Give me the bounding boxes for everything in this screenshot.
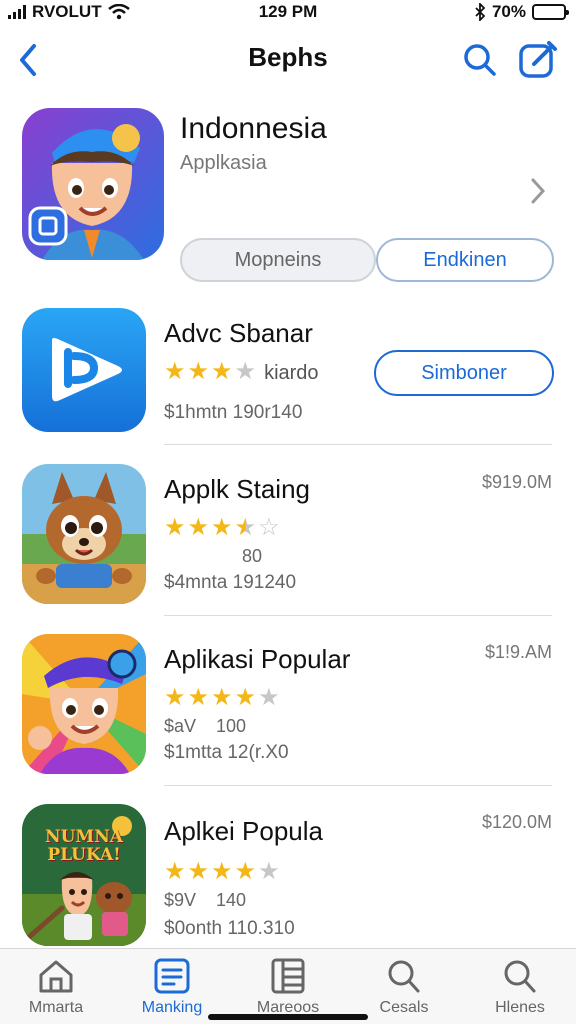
rating-count: 80 <box>242 546 263 566</box>
star-half-icon: ★ <box>234 514 257 541</box>
list-item[interactable]: Applk Staing $919.0M ★ ★ ★ ★ ☆ 80 $4mnta 191… <box>0 462 576 616</box>
segment-right[interactable]: Endkinen <box>376 238 554 282</box>
star-icon: ★ <box>187 514 210 541</box>
nav-bar: Bephs <box>0 34 576 84</box>
tab-label: Cesals <box>379 999 429 1016</box>
star-icon: ★ <box>211 514 233 541</box>
rating-stars: ★ ★ ★ ★ kiardo <box>164 360 319 386</box>
rating-stars: ★ ★ ★ ★ ★ <box>164 686 280 710</box>
tab-cesals[interactable]: Cesals <box>354 957 454 1023</box>
star-icon: ★ <box>211 858 233 885</box>
list-item[interactable]: Advc Sbanar ★ ★ ★ ★ kiardo $1hmtn 190r140 S… <box>0 306 576 446</box>
divider <box>164 785 552 786</box>
cartoon-boy-icon <box>22 108 164 260</box>
search-icon <box>388 960 420 993</box>
segment-left[interactable]: Mopneins <box>180 238 376 282</box>
app-title: Applk Staing <box>164 474 310 504</box>
star-icon: ★ <box>258 858 280 885</box>
status-right: 70% <box>474 2 569 22</box>
tab-mmarta[interactable]: Mmarta <box>6 957 106 1023</box>
app-meta: $1mtta 12(r.X0 <box>164 742 289 763</box>
app-title: Aplkei Popula <box>164 816 323 846</box>
divider <box>164 444 552 445</box>
battery-percent: 70% <box>491 2 526 21</box>
star-icon: ★ <box>164 514 186 541</box>
rating-stars: ★ ★ ★ ★ ☆ <box>164 516 280 540</box>
star-icon: ☆ <box>258 514 280 541</box>
star-icon: ★ <box>187 684 210 711</box>
home-indicator[interactable] <box>208 1014 368 1020</box>
featured-app[interactable]: Indonnesia Applkasia Mopneins Endkinen <box>0 106 576 296</box>
rating-count: $aV 100 <box>164 716 247 736</box>
grid-icon <box>271 958 305 994</box>
divider <box>164 615 552 616</box>
star-icon: ★ <box>234 358 257 385</box>
featured-app-icon[interactable] <box>22 108 164 260</box>
app-price: $120.0M <box>481 812 552 832</box>
tab-label: Mmarta <box>28 999 84 1016</box>
tab-bar: Mmarta Manking Mareoos Cesals Hlenes <box>0 948 576 1024</box>
app-title: Aplikasi Popular <box>164 644 351 674</box>
star-icon: ★ <box>211 358 233 385</box>
app-meta: $4mnta 191240 <box>164 572 297 593</box>
search-button[interactable] <box>460 40 500 80</box>
star-icon: ★ <box>187 858 210 885</box>
battery-icon <box>532 4 569 20</box>
star-icon: ★ <box>211 684 233 711</box>
search-icon <box>504 960 536 993</box>
compose-button[interactable] <box>516 38 560 82</box>
app-icon[interactable] <box>22 308 146 432</box>
icon-caption: NUMNA PLUKA! <box>45 827 123 865</box>
tab-label: Hlenes <box>495 999 545 1016</box>
tab-label: Manking <box>141 999 203 1016</box>
list-item[interactable]: NUMNA PLUKA! Aplkei Popula $120.0M ★ ★ ★ ★ ★… <box>0 802 576 948</box>
app-meta: $0onth 110.310 <box>164 918 295 939</box>
app-meta: $1hmtn 190r140 <box>164 402 303 423</box>
star-icon: ★ <box>187 358 210 385</box>
search-icon <box>464 44 496 76</box>
featured-title: Indonnesia <box>180 112 327 145</box>
tab-manking[interactable]: Manking <box>122 957 222 1023</box>
get-button[interactable]: Simboner <box>374 350 554 396</box>
rating-count: $9V 140 <box>164 890 247 910</box>
star-icon: ★ <box>164 358 186 385</box>
featured-subtitle: Applkasia <box>180 152 267 174</box>
star-icon: ★ <box>164 858 186 885</box>
cartoon-fox-icon <box>22 464 146 604</box>
home-icon <box>39 960 73 993</box>
chevron-right-icon[interactable] <box>528 176 548 206</box>
app-icon[interactable] <box>22 634 146 774</box>
bluetooth-icon <box>475 3 486 21</box>
list-item[interactable]: Aplikasi Popular $1!9.AM ★ ★ ★ ★ ★ $aV 100 $… <box>0 632 576 786</box>
app-icon[interactable] <box>22 464 146 604</box>
app-price: $1!9.AM <box>484 642 552 662</box>
rating-stars: ★ ★ ★ ★ ★ <box>164 860 280 884</box>
play-icon <box>22 308 146 432</box>
app-title: Advc Sbanar <box>164 318 313 348</box>
star-icon: ★ <box>234 684 257 711</box>
app-icon[interactable]: NUMNA PLUKA! <box>22 804 146 946</box>
cartoon-kid-icon <box>22 634 146 774</box>
rating-text: kiardo <box>264 362 319 384</box>
compose-icon <box>519 41 557 78</box>
ranking-icon <box>154 958 190 994</box>
cartoon-friends-icon <box>22 804 146 946</box>
star-icon: ★ <box>258 684 280 711</box>
star-icon: ★ <box>164 684 186 711</box>
status-bar: RVOLUT 129 PM 70% <box>0 0 576 24</box>
star-icon: ★ <box>234 858 257 885</box>
app-price: $919.0M <box>481 472 552 492</box>
tab-hlenes[interactable]: Hlenes <box>470 957 570 1023</box>
